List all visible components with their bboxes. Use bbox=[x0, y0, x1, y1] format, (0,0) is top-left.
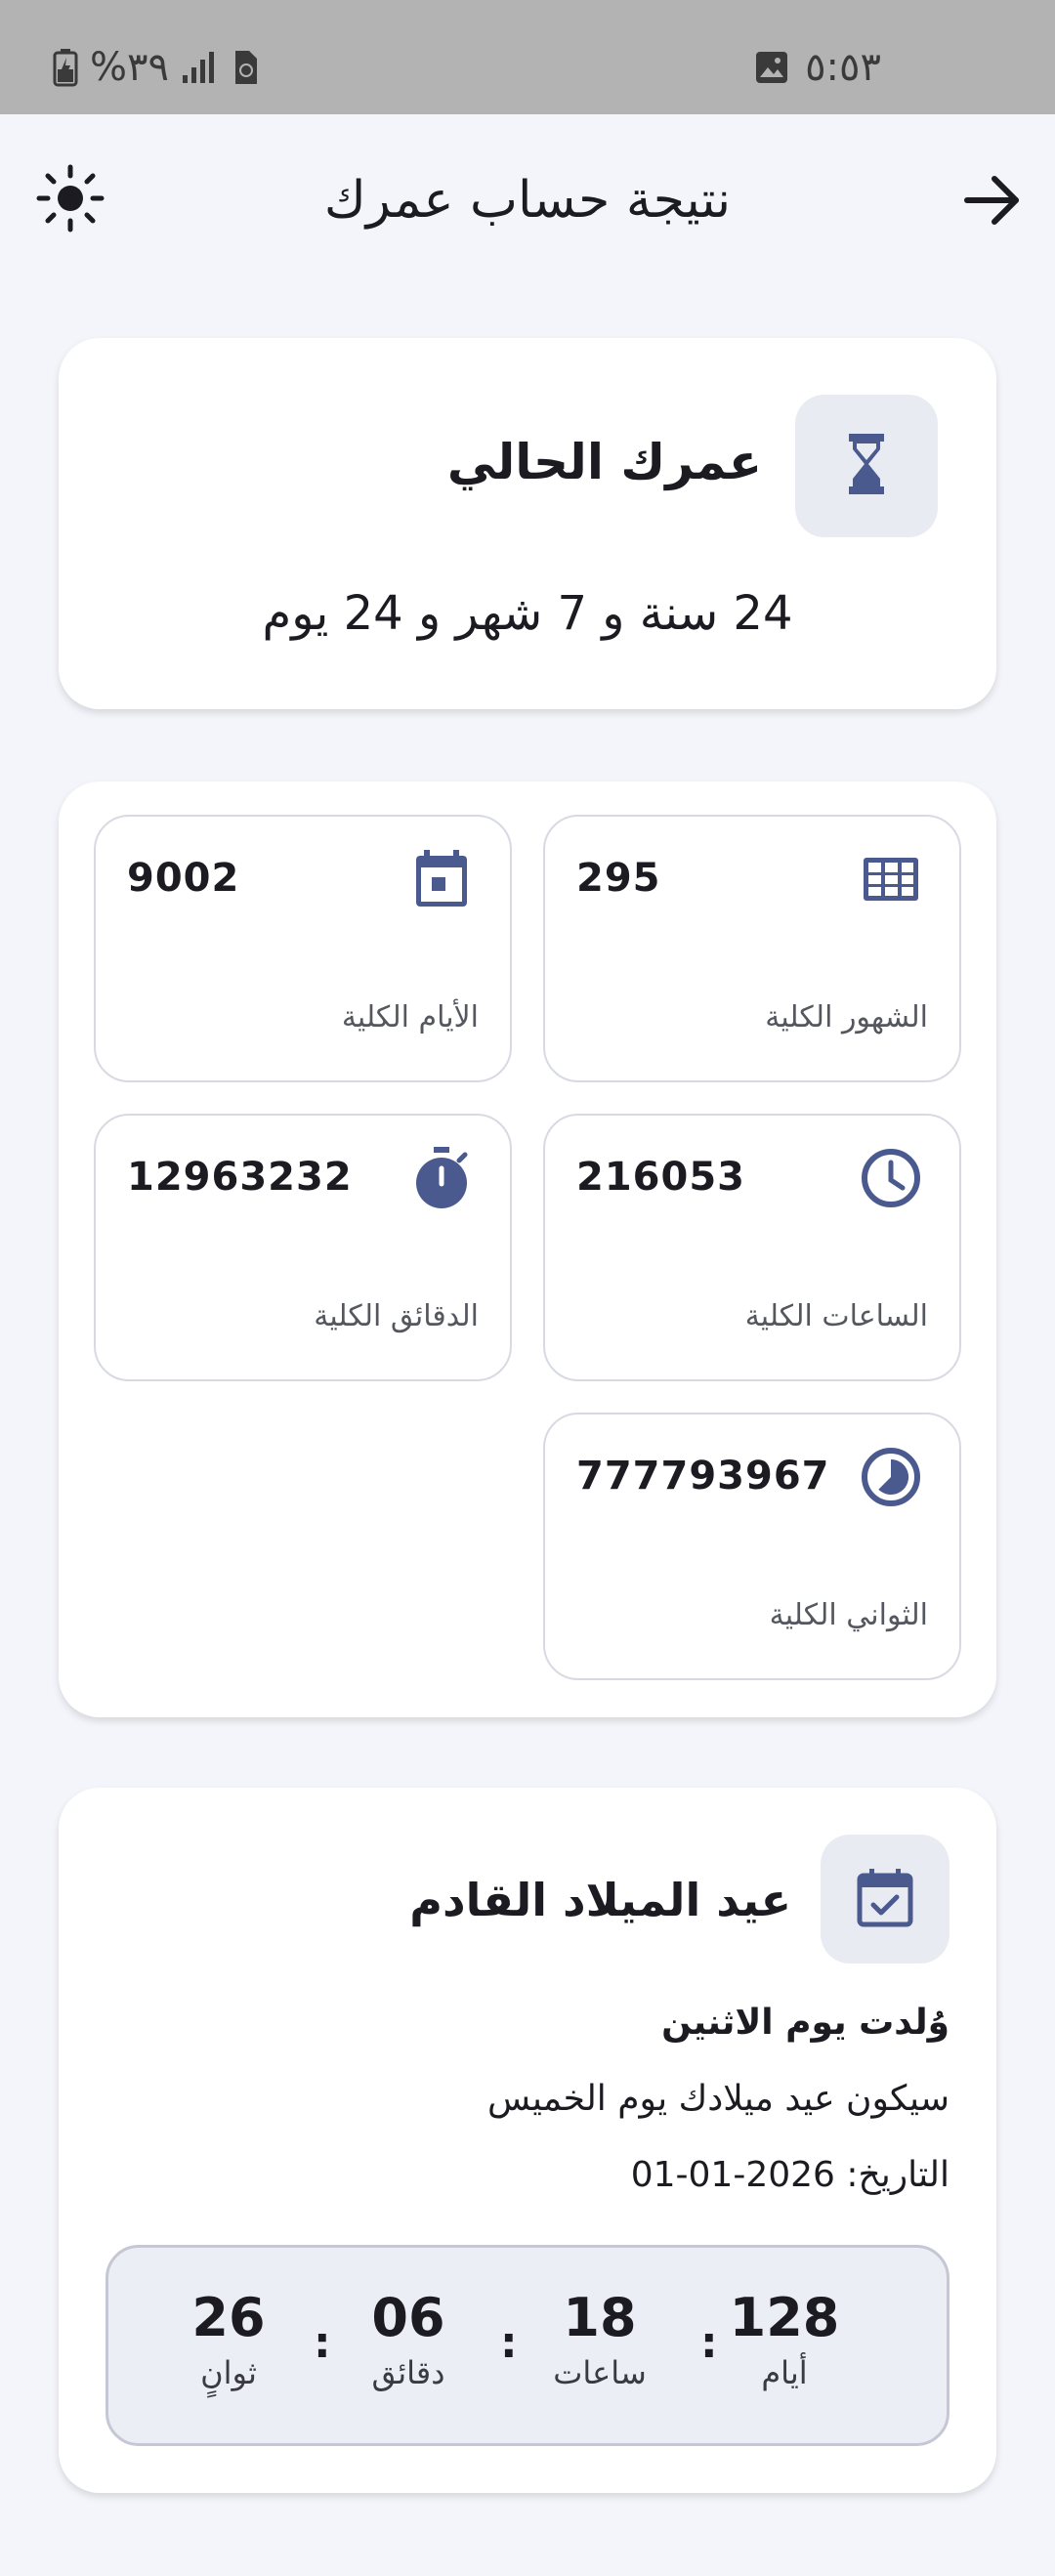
status-left: %٣٩ bbox=[53, 45, 259, 90]
next-birthday-card: عيد الميلاد القادم وُلدت يوم الاثنين سيك… bbox=[59, 1788, 996, 2493]
calendar-check-tile bbox=[821, 1835, 950, 1964]
next-birthday-heading: عيد الميلاد القادم bbox=[409, 1874, 791, 1926]
gallery-icon bbox=[754, 50, 789, 85]
stat-label: الأيام الكلية bbox=[341, 1000, 479, 1035]
sim-icon bbox=[232, 49, 259, 86]
countdown-days-value: 128 bbox=[729, 2287, 840, 2348]
stat-total-hours: 216053 الساعات الكلية bbox=[543, 1114, 961, 1381]
stat-value: 777793967 bbox=[576, 1454, 830, 1499]
stats-card: 295 الشهور الكلية 9002 الأيام الكلية 216… bbox=[59, 781, 996, 1717]
stat-label: الشهور الكلية bbox=[765, 1000, 928, 1035]
hourglass-tile bbox=[795, 395, 938, 537]
countdown-minutes-value: 06 bbox=[371, 2287, 445, 2348]
stat-label: الثواني الكلية bbox=[769, 1598, 928, 1632]
stat-label: الساعات الكلية bbox=[744, 1299, 928, 1333]
current-age-card: عمرك الحالي 24 سنة و 7 شهر و 24 يوم bbox=[59, 338, 996, 709]
stat-value: 12963232 bbox=[127, 1155, 353, 1200]
countdown-seconds: 26 ثوانٍ bbox=[160, 2287, 297, 2391]
stat-label: الدقائق الكلية bbox=[314, 1299, 479, 1333]
back-arrow-icon[interactable] bbox=[959, 167, 1026, 233]
app-bar: نتيجة حساب عمرك bbox=[0, 114, 1055, 280]
countdown-seconds-label: ثوانٍ bbox=[200, 2354, 257, 2391]
status-right: ٥:٥٣ bbox=[754, 45, 881, 90]
countdown-hours-label: ساعات bbox=[553, 2354, 647, 2391]
stopwatch-icon bbox=[408, 1145, 475, 1211]
battery-percent: %٣٩ bbox=[90, 45, 169, 90]
countdown-separator: : bbox=[314, 2318, 331, 2368]
stat-total-months: 295 الشهور الكلية bbox=[543, 815, 961, 1082]
born-day-text: وُلدت يوم الاثنين bbox=[661, 2003, 950, 2043]
countdown-seconds-value: 26 bbox=[191, 2287, 266, 2348]
birthday-day-text: سيكون عيد ميلادك يوم الخميس bbox=[487, 2079, 950, 2119]
stat-value: 295 bbox=[576, 856, 661, 901]
current-age-heading: عمرك الحالي bbox=[446, 434, 762, 490]
current-age-value: 24 سنة و 7 شهر و 24 يوم bbox=[262, 586, 793, 641]
page-title: نتيجة حساب عمرك bbox=[323, 171, 732, 230]
countdown-minutes-label: دقائق bbox=[371, 2354, 445, 2391]
stat-value: 216053 bbox=[576, 1155, 745, 1200]
birthday-countdown: 128 أيام : 18 ساعات : 06 دقائق : 26 ثوان… bbox=[106, 2245, 950, 2446]
stat-total-minutes: 12963232 الدقائق الكلية bbox=[94, 1114, 512, 1381]
stat-total-seconds: 777793967 الثواني الكلية bbox=[543, 1413, 961, 1680]
countdown-separator: : bbox=[700, 2318, 718, 2368]
stat-total-days: 9002 الأيام الكلية bbox=[94, 815, 512, 1082]
signal-icon bbox=[181, 50, 220, 85]
countdown-days-label: أيام bbox=[761, 2354, 808, 2391]
status-time: ٥:٥٣ bbox=[805, 45, 881, 90]
countdown-hours: 18 ساعات bbox=[531, 2287, 668, 2391]
countdown-minutes: 06 دقائق bbox=[340, 2287, 477, 2391]
timelapse-icon bbox=[858, 1444, 924, 1510]
birthday-date-text: التاريخ: 2026-01-01 bbox=[630, 2155, 950, 2195]
calendar-check-icon bbox=[854, 1866, 916, 1932]
status-bar: %٣٩ ٥:٥٣ bbox=[0, 0, 1055, 114]
battery-icon bbox=[53, 48, 78, 87]
countdown-hours-value: 18 bbox=[563, 2287, 637, 2348]
stat-value: 9002 bbox=[127, 856, 240, 901]
countdown-separator: : bbox=[500, 2318, 518, 2368]
countdown-days: 128 أيام bbox=[716, 2287, 853, 2391]
hourglass-icon bbox=[837, 430, 896, 502]
calendar-icon bbox=[408, 846, 475, 912]
grid-icon bbox=[858, 846, 924, 912]
clock-icon bbox=[858, 1145, 924, 1211]
